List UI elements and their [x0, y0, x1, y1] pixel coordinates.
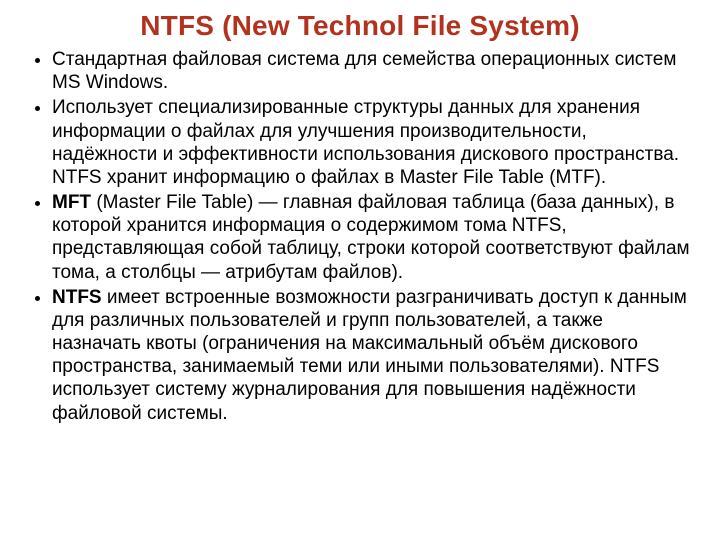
list-item: NTFS имеет встроенные возможности разгра… [52, 286, 692, 425]
bullet-text: Стандартная файловая система для семейст… [52, 49, 676, 93]
bullet-lead: MFT [52, 192, 91, 213]
list-item: Использует специализированные структуры … [52, 96, 692, 189]
bullet-text: Использует специализированные структуры … [52, 97, 679, 188]
bullet-list: Стандартная файловая система для семейст… [28, 48, 692, 425]
list-item: MFT (Master File Table) — главная файлов… [52, 191, 692, 284]
slide-title: NTFS (New Technol File System) [28, 10, 692, 42]
bullet-text: (Master File Table) — главная файловая т… [52, 192, 690, 283]
list-item: Стандартная файловая система для семейст… [52, 48, 692, 94]
bullet-lead: NTFS [52, 287, 102, 308]
slide: NTFS (New Technol File System) Стандартн… [0, 0, 720, 540]
bullet-text: имеет встроенные возможности разграничив… [52, 287, 687, 424]
